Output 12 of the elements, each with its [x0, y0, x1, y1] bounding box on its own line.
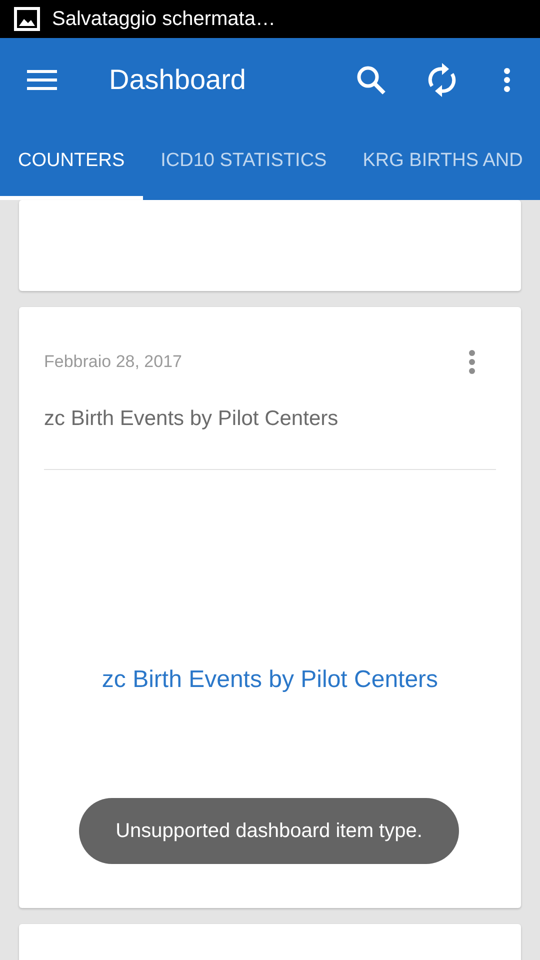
- item-link[interactable]: zc Birth Events by Pilot Centers: [44, 666, 496, 694]
- refresh-icon[interactable]: [427, 62, 457, 98]
- notification-text: Salvataggio schermata…: [52, 8, 276, 30]
- search-icon[interactable]: [355, 64, 387, 96]
- tab[interactable]: ICD10 STATISTICS: [142, 122, 345, 200]
- image-icon: [14, 7, 40, 31]
- tab[interactable]: KRG BIRTHS AND: [344, 122, 540, 200]
- toolbar-title: Dashboard: [109, 64, 247, 96]
- menu-icon[interactable]: [27, 69, 57, 91]
- card-date: Febbraio 28, 2017: [44, 352, 182, 372]
- toast-message: Unsupported dashboard item type.: [79, 798, 459, 864]
- card-title: zc Birth Events by Pilot Centers: [44, 407, 340, 431]
